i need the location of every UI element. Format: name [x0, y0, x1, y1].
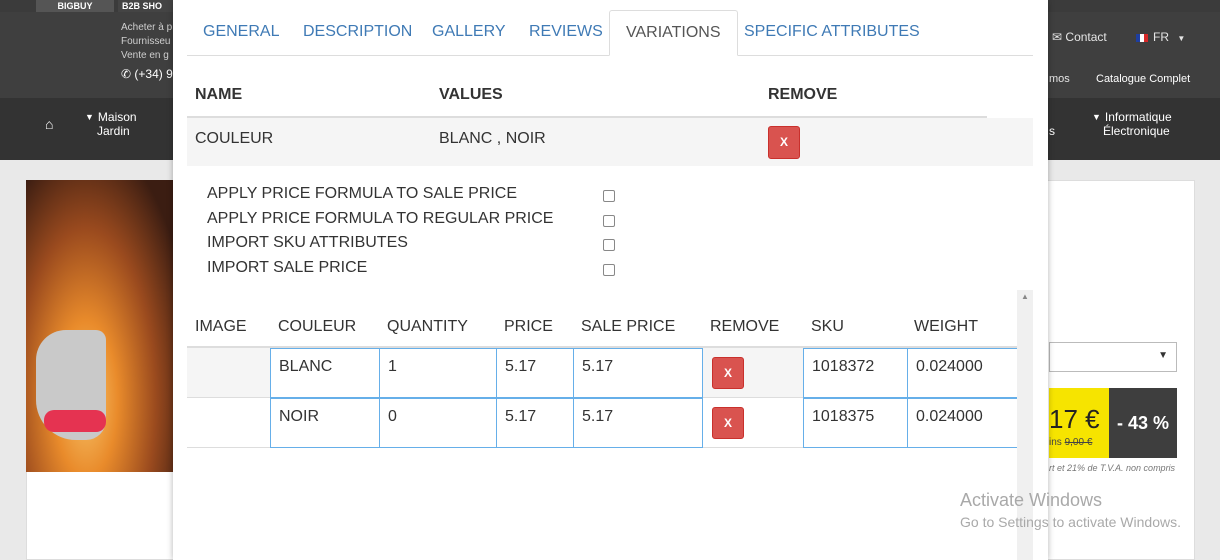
- contact-label: Contact: [1065, 30, 1107, 44]
- option-label: APPLY PRICE FORMULA TO REGULAR PRICE: [207, 209, 554, 227]
- column-header-quantity: QUANTITY: [387, 318, 468, 335]
- couleur-field[interactable]: NOIR: [270, 398, 380, 448]
- couleur-field[interactable]: BLANC: [270, 348, 380, 398]
- header-tagline-3: Vente en g: [121, 50, 169, 61]
- weight-field[interactable]: 0.024000: [907, 348, 1017, 398]
- remove-variation-button[interactable]: X: [712, 407, 744, 439]
- nav-category-line1: Maison: [97, 110, 137, 124]
- variations-table: IMAGE COULEUR QUANTITY PRICE SALE PRICE …: [187, 306, 1017, 560]
- subnav-link-catalogue[interactable]: Catalogue Complet: [1096, 73, 1190, 85]
- option-import-sku-attributes: IMPORT SKU ATTRIBUTES: [207, 233, 617, 258]
- attribute-name: COULEUR: [195, 130, 274, 147]
- option-formula-sale-price: APPLY PRICE FORMULA TO SALE PRICE: [207, 184, 617, 209]
- tax-note: rt et 21% de T.V.A. non compris: [1049, 463, 1176, 473]
- subnav-link-promos[interactable]: mos: [1049, 73, 1070, 85]
- old-price-prefix: ins: [1049, 437, 1062, 448]
- column-header-remove: REMOVE: [710, 318, 780, 335]
- price-field[interactable]: 5.17: [496, 398, 574, 448]
- shoe-sole-shape: [44, 410, 106, 432]
- sku-field[interactable]: 1018372: [803, 348, 908, 398]
- caret-down-icon: ▼: [1158, 350, 1168, 361]
- sale-price-field[interactable]: 5.17: [573, 398, 703, 448]
- contact-link[interactable]: ✉ Contact: [1052, 30, 1107, 44]
- price-box: 17 € ins 9,00 €: [1049, 388, 1109, 458]
- option-import-sale-price: IMPORT SALE PRICE: [207, 258, 617, 283]
- option-label: APPLY PRICE FORMULA TO SALE PRICE: [207, 185, 518, 202]
- variation-row: NOIR 0 5.17 5.17 X 1018375 0.024000: [187, 398, 1017, 448]
- home-icon[interactable]: ⌂: [45, 116, 53, 132]
- option-checkbox[interactable]: [603, 214, 615, 227]
- nav-category-line2: Jardin: [97, 124, 130, 138]
- quantity-field[interactable]: 0: [379, 398, 497, 448]
- product-import-modal: GENERAL DESCRIPTION GALLERY REVIEWS VARI…: [173, 0, 1048, 560]
- weight-field[interactable]: 0.024000: [907, 398, 1017, 448]
- column-header-weight: WEIGHT: [914, 318, 978, 335]
- remove-variation-button[interactable]: X: [712, 357, 744, 389]
- watermark-subtitle: Go to Settings to activate Windows.: [960, 514, 1181, 530]
- product-image: [26, 180, 176, 472]
- sku-field[interactable]: 1018375: [803, 398, 908, 448]
- attributes-header-row: NAME VALUES REMOVE: [187, 72, 987, 118]
- option-checkbox[interactable]: [603, 190, 615, 202]
- nav-category-line2: Électronique: [1103, 124, 1170, 138]
- header-phone: ✆ (+34) 9: [121, 67, 173, 81]
- french-flag-icon: [1136, 33, 1148, 42]
- nav-category-informatique[interactable]: ▼ Informatique Électronique: [1092, 110, 1172, 138]
- phone-icon: ✆: [121, 67, 132, 81]
- option-formula-regular-price: APPLY PRICE FORMULA TO REGULAR PRICE: [207, 209, 617, 234]
- envelope-icon: ✉: [1052, 30, 1063, 44]
- quantity-field[interactable]: 1: [379, 348, 497, 398]
- tab-variations[interactable]: VARIATIONS: [609, 10, 738, 56]
- nav-category-line1: Informatique: [1104, 110, 1172, 124]
- column-header-couleur: COULEUR: [278, 318, 357, 335]
- current-price: 17 €: [1049, 404, 1100, 434]
- import-options: APPLY PRICE FORMULA TO SALE PRICE APPLY …: [207, 184, 617, 282]
- modal-tabs: GENERAL DESCRIPTION GALLERY REVIEWS VARI…: [187, 10, 1033, 56]
- price-field[interactable]: 5.17: [496, 348, 574, 398]
- tab-specific-attributes[interactable]: SPECIFIC ATTRIBUTES: [728, 10, 936, 56]
- attributes-table: NAME VALUES REMOVE COULEUR BLANC , NOIR …: [187, 72, 1033, 166]
- watermark-title: Activate Windows: [960, 490, 1103, 510]
- option-checkbox[interactable]: [603, 239, 615, 251]
- header-tagline-1: Acheter à p: [121, 22, 173, 33]
- variations-header-row: IMAGE COULEUR QUANTITY PRICE SALE PRICE …: [187, 306, 1017, 348]
- windows-activation-watermark: Activate Windows Go to Settings to activ…: [960, 490, 1181, 530]
- tab-description[interactable]: DESCRIPTION: [287, 10, 428, 56]
- attribute-row: COULEUR BLANC , NOIR X: [187, 118, 1033, 166]
- option-checkbox[interactable]: [603, 263, 615, 276]
- remove-attribute-button[interactable]: X: [768, 126, 800, 159]
- nav-category-maison[interactable]: ▼ Maison Jardin: [85, 110, 137, 138]
- phone-number: (+34) 9: [134, 67, 173, 81]
- caret-down-icon: ▼: [1177, 34, 1186, 43]
- tab-reviews[interactable]: REVIEWS: [513, 10, 619, 56]
- column-header-sku: SKU: [811, 318, 844, 335]
- topbar-tab-bigbuy[interactable]: BIGBUY: [36, 0, 114, 12]
- old-price-value: 9,00 €: [1064, 437, 1093, 448]
- header-tagline-2: Fournisseu: [121, 36, 171, 47]
- tab-general[interactable]: GENERAL: [187, 10, 295, 56]
- column-header-values: VALUES: [439, 86, 503, 103]
- language-selector[interactable]: FR ▼: [1136, 30, 1185, 44]
- scroll-up-arrow-icon[interactable]: ▲: [1021, 292, 1029, 301]
- tab-gallery[interactable]: GALLERY: [416, 10, 522, 56]
- caret-down-icon: ▼: [85, 112, 94, 122]
- discount-badge: - 43 %: [1109, 388, 1177, 458]
- old-price: ins 9,00 €: [1049, 437, 1092, 448]
- option-label: IMPORT SALE PRICE: [207, 258, 368, 276]
- option-label: IMPORT SKU ATTRIBUTES: [207, 234, 408, 251]
- language-label: FR: [1153, 30, 1169, 44]
- column-header-sale-price: SALE PRICE: [581, 318, 676, 335]
- caret-down-icon: ▼: [1092, 112, 1101, 122]
- sale-price-field[interactable]: 5.17: [573, 348, 703, 398]
- attribute-values: BLANC , NOIR: [439, 130, 546, 147]
- product-option-select[interactable]: ▼: [1049, 342, 1177, 372]
- nav-category-partial[interactable]: s: [1049, 124, 1055, 138]
- column-header-price: PRICE: [504, 318, 553, 335]
- column-header-name: NAME: [195, 86, 243, 103]
- variation-row: BLANC 1 5.17 5.17 X 1018372 0.024000: [187, 348, 1017, 398]
- column-header-image: IMAGE: [195, 318, 247, 335]
- column-header-remove: REMOVE: [768, 86, 838, 103]
